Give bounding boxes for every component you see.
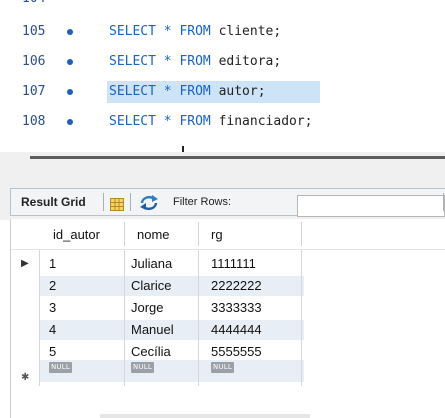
- cell-rg[interactable]: 1111111: [211, 254, 256, 274]
- grid-column-line: [39, 250, 40, 386]
- new-row-marker-icon: ✱: [21, 372, 30, 383]
- result-grid-tab[interactable]: Result Grid: [21, 195, 86, 209]
- sql-table: cliente;: [210, 24, 282, 39]
- header-bottom-border: [11, 249, 445, 250]
- grid-header-row: id_autor nome rg: [11, 219, 445, 249]
- cell-id_autor[interactable]: 3: [49, 298, 56, 318]
- line-number: 105: [22, 24, 46, 39]
- cell-rg[interactable]: 5555555: [211, 342, 262, 362]
- cell-id_autor[interactable]: 4: [49, 320, 56, 340]
- result-grid[interactable]: id_autor nome rg ▶ 1 Juliana 1111111 2 C…: [10, 219, 445, 418]
- cell-nome[interactable]: Clarice: [131, 276, 171, 296]
- null-badge[interactable]: NULL: [211, 362, 234, 373]
- cell-id_autor[interactable]: 2: [49, 276, 56, 296]
- table-row[interactable]: ▶ 1 Juliana 1111111: [11, 254, 445, 274]
- sql-statement[interactable]: SELECT * FROM financiador;: [109, 114, 313, 129]
- cell-rg[interactable]: 4444444: [211, 320, 262, 340]
- table-row[interactable]: 4 Manuel 4444444: [11, 320, 445, 340]
- line-number: 104: [22, 0, 45, 6]
- sql-statement-selected[interactable]: SELECT * FROM autor;: [109, 84, 266, 99]
- new-row[interactable]: ✱ NULL NULL NULL: [11, 360, 445, 390]
- sql-table: autor;: [210, 84, 266, 99]
- grid-column-line: [198, 250, 199, 386]
- null-badge[interactable]: NULL: [131, 362, 154, 373]
- result-toolbar-frame: Result Grid Filter Rows:: [10, 188, 445, 217]
- cell-nome[interactable]: Cecília: [131, 342, 171, 362]
- sql-keyword: SELECT * FROM: [109, 84, 211, 99]
- result-toolbar: Result Grid Filter Rows:: [0, 182, 445, 220]
- code-line-104[interactable]: 104: [0, 0, 445, 11]
- row-stripe: [39, 360, 304, 382]
- statement-marker-icon: [67, 29, 73, 35]
- column-header-nome[interactable]: nome: [137, 225, 170, 245]
- cell-id_autor[interactable]: 5: [49, 342, 56, 362]
- line-number: 106: [22, 54, 46, 69]
- toolbar-separator: [443, 193, 444, 211]
- sql-statement[interactable]: SELECT * FROM editora;: [109, 54, 281, 69]
- statement-marker-icon: [67, 59, 73, 65]
- sql-keyword: SELECT * FROM: [109, 54, 211, 69]
- row-stripe: [39, 276, 304, 296]
- filter-rows-input[interactable]: [297, 195, 445, 217]
- line-number: 108: [22, 114, 46, 129]
- table-row[interactable]: 5 Cecília 5555555: [11, 342, 445, 362]
- column-header-id_autor[interactable]: id_autor: [53, 225, 100, 245]
- line-number: 107: [22, 84, 46, 99]
- code-line-105[interactable]: 105 SELECT * FROM cliente;: [0, 20, 445, 44]
- table-row[interactable]: 3 Jorge 3333333: [11, 298, 445, 318]
- cell-nome[interactable]: Jorge: [131, 298, 164, 318]
- horizontal-scrollbar[interactable]: [30, 156, 445, 159]
- grid-horizontal-scrollbar[interactable]: [100, 414, 310, 418]
- statement-marker-icon: [67, 89, 73, 95]
- header-separator: [124, 222, 125, 246]
- toolbar-separator: [103, 193, 104, 211]
- refresh-arrows-icon[interactable]: [139, 194, 159, 211]
- cell-nome[interactable]: Juliana: [131, 254, 172, 274]
- current-row-marker-icon: ▶: [21, 258, 29, 269]
- sql-table: financiador;: [210, 114, 313, 129]
- code-line-106[interactable]: 106 SELECT * FROM editora;: [0, 50, 445, 74]
- sql-statement[interactable]: SELECT * FROM cliente;: [109, 24, 281, 39]
- code-line-107[interactable]: 107 SELECT * FROM autor;: [0, 80, 445, 104]
- column-header-rg[interactable]: rg: [211, 225, 223, 245]
- null-badge[interactable]: NULL: [49, 362, 72, 373]
- toolbar-separator: [130, 193, 131, 211]
- code-line-108[interactable]: 108 SELECT * FROM financiador;: [0, 110, 445, 134]
- header-separator: [198, 222, 199, 246]
- grid-column-line: [301, 250, 302, 386]
- cell-id_autor[interactable]: 1: [49, 254, 56, 274]
- table-row[interactable]: 2 Clarice 2222222: [11, 276, 445, 296]
- sql-keyword: SELECT * FROM: [109, 24, 211, 39]
- grid-layout-icon[interactable]: [110, 196, 124, 211]
- filter-rows-label: Filter Rows:: [173, 196, 232, 208]
- header-separator: [301, 222, 302, 246]
- sql-keyword: SELECT * FROM: [109, 114, 211, 129]
- cell-nome[interactable]: Manuel: [131, 320, 174, 340]
- cell-rg[interactable]: 3333333: [211, 298, 262, 318]
- sql-editor[interactable]: 104 105 SELECT * FROM cliente; 106 SELEC…: [0, 0, 445, 152]
- statement-marker-icon: [67, 119, 73, 125]
- grid-column-line: [124, 250, 125, 386]
- sql-table: editora;: [210, 54, 282, 69]
- cell-rg[interactable]: 2222222: [211, 276, 262, 296]
